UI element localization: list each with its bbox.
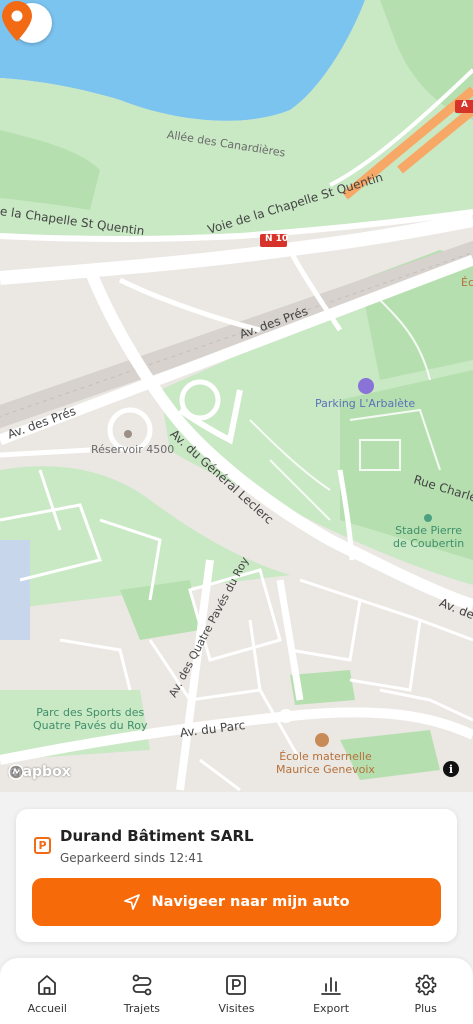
- parking-icon: [226, 975, 247, 995]
- home-icon: [38, 975, 57, 995]
- mapbox-attribution[interactable]: mapbox: [8, 764, 71, 780]
- location-pin-icon[interactable]: [0, 0, 34, 42]
- navigation-arrow-icon: [124, 894, 141, 910]
- nav-label-visites: Visites: [218, 1002, 255, 1015]
- navigate-button-label: Navigeer naar mijn auto: [151, 894, 350, 910]
- nav-item-export[interactable]: Export: [284, 958, 379, 1024]
- nav-item-visites[interactable]: Visites: [189, 958, 284, 1024]
- nav-label-accueil: Accueil: [27, 1002, 67, 1015]
- map-canvas: [0, 0, 473, 792]
- nav-item-trajets[interactable]: Trajets: [95, 958, 190, 1024]
- nav-item-accueil[interactable]: Accueil: [0, 958, 95, 1024]
- gear-icon: [415, 974, 436, 996]
- nav-label-plus: Plus: [414, 1002, 437, 1015]
- company-name: Durand Bâtiment SARL: [60, 827, 254, 845]
- nav-label-trajets: Trajets: [123, 1002, 160, 1015]
- parked-since-text: Geparkeerd sinds 12:41: [60, 851, 204, 865]
- map-label-reservoir: Réservoir 4500: [91, 443, 175, 456]
- map-view[interactable]: Allée des Canardières e la Chapelle St Q…: [0, 0, 473, 792]
- map-label-a-shield: A: [461, 100, 468, 110]
- parking-badge-letter: P: [38, 839, 47, 852]
- map-label-parking: Parking L'Arbalète: [315, 397, 416, 410]
- map-label-parc-sports: Parc des Sports des Quatre Pavés du Roy: [33, 706, 148, 732]
- parking-card: P Durand Bâtiment SARL Geparkeerd sinds …: [16, 809, 457, 942]
- info-glyph: i: [448, 762, 454, 776]
- bottom-nav: Accueil Trajets Visites Export Plus: [0, 958, 473, 1024]
- info-icon[interactable]: i: [443, 761, 459, 777]
- map-label-eco-partial: Éco: [461, 276, 473, 289]
- route-icon: [132, 974, 152, 996]
- mapbox-logo-icon: [8, 764, 24, 780]
- nav-label-export: Export: [313, 1002, 350, 1015]
- map-label-stade: Stade Pierre de Coubertin: [393, 524, 465, 550]
- map-label-ecole: École maternelle Maurice Genevoix: [276, 750, 375, 776]
- parking-badge-icon: P: [34, 837, 51, 854]
- map-label-n10: N 10: [265, 234, 289, 244]
- bar-chart-icon: [321, 977, 341, 995]
- navigate-to-car-button[interactable]: Navigeer naar mijn auto: [32, 878, 441, 926]
- nav-item-plus[interactable]: Plus: [378, 958, 473, 1024]
